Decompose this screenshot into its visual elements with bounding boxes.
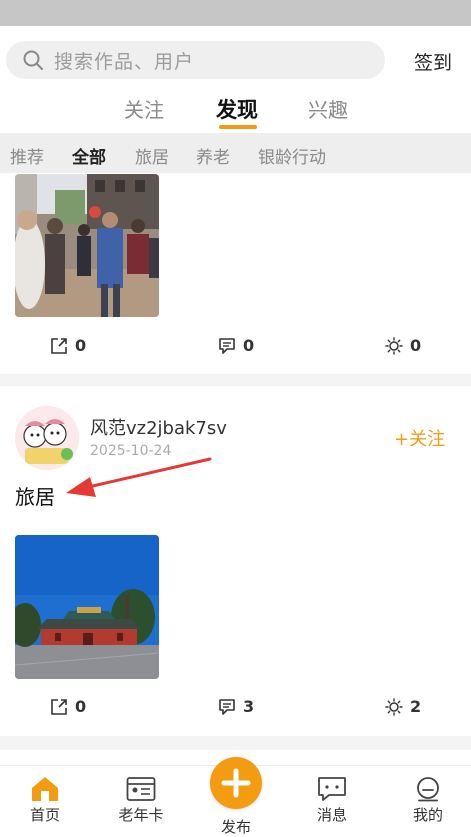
checkin-button[interactable]: 签到: [414, 48, 452, 75]
publish-button[interactable]: [210, 757, 262, 809]
search-input[interactable]: 搜索作品、用户: [6, 41, 385, 79]
tab-discover[interactable]: 发现: [216, 94, 258, 124]
comment-count: 0: [243, 336, 255, 355]
nav-profile-label: 我的: [412, 806, 443, 824]
subtab-recommend[interactable]: 推荐: [10, 143, 44, 168]
share-icon: [51, 337, 67, 354]
profile-icon: [417, 777, 439, 802]
nav-senior-card-label: 老年卡: [118, 806, 164, 824]
nav-profile[interactable]: 我的: [383, 766, 471, 837]
nav-home[interactable]: 首页: [0, 766, 90, 837]
status-bar: [0, 0, 471, 26]
post-divider: [0, 374, 471, 386]
comment-count: 3: [243, 697, 255, 716]
share-stat[interactable]: 0: [50, 697, 86, 716]
search-icon: [23, 50, 43, 70]
username[interactable]: 风范vz2jbak7sv: [90, 414, 227, 440]
sun-like-icon: [385, 336, 403, 355]
share-count: 0: [75, 336, 87, 355]
comment-icon: [219, 337, 235, 354]
main-tabs: 关注 发现 兴趣: [0, 94, 471, 132]
tab-following[interactable]: 关注: [124, 94, 164, 123]
annotation-arrow: [66, 457, 212, 497]
subtab-all[interactable]: 全部: [72, 143, 106, 168]
post-photo-street[interactable]: [15, 174, 159, 317]
post-photo-temple[interactable]: [15, 535, 159, 679]
sub-tabs: 推荐 全部 旅居 养老 银龄行动: [0, 133, 471, 173]
comment-stat[interactable]: 3: [218, 697, 254, 716]
subtab-travel-living[interactable]: 旅居: [135, 143, 169, 168]
like-stat[interactable]: 0: [385, 336, 421, 355]
comment-icon: [219, 698, 235, 715]
nav-messages-label: 消息: [316, 806, 347, 824]
nav-home-label: 首页: [29, 806, 60, 824]
post-divider: [0, 736, 471, 750]
share-stat[interactable]: 0: [50, 336, 86, 355]
tab-interest[interactable]: 兴趣: [308, 94, 348, 123]
follow-button[interactable]: +关注: [394, 425, 445, 451]
subtab-silver-action[interactable]: 银龄行动: [258, 143, 326, 168]
share-count: 0: [75, 697, 87, 716]
sun-like-icon: [385, 697, 403, 716]
nav-senior-card[interactable]: 老年卡: [96, 766, 186, 837]
active-tab-indicator: [219, 125, 257, 129]
search-placeholder: 搜索作品、用户: [54, 50, 195, 73]
post-text: 旅居: [15, 485, 55, 509]
subtab-elderly-care[interactable]: 养老: [196, 143, 230, 168]
like-stat[interactable]: 2: [385, 697, 421, 716]
like-count: 0: [410, 336, 422, 355]
plus-icon: [221, 768, 251, 798]
share-icon: [51, 698, 67, 715]
comment-stat[interactable]: 0: [218, 336, 254, 355]
home-icon: [32, 777, 58, 801]
message-icon: [318, 777, 346, 801]
like-count: 2: [410, 697, 422, 716]
nav-publish-label: 发布: [220, 818, 251, 836]
nav-messages[interactable]: 消息: [287, 766, 377, 837]
id-card-icon: [126, 777, 156, 801]
search-row: 搜索作品、用户 签到: [0, 26, 471, 94]
